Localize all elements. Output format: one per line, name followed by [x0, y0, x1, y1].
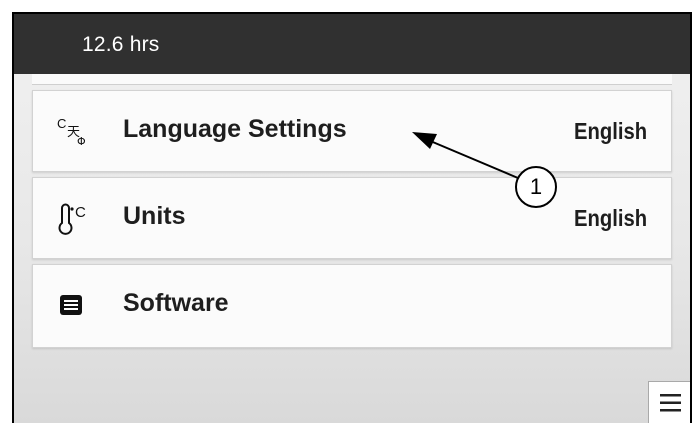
menu-button[interactable] — [648, 381, 690, 423]
settings-row-label: Units — [123, 202, 186, 230]
settings-row-units[interactable]: C Units English — [32, 177, 672, 259]
settings-row-value: English — [573, 205, 647, 231]
device-screen: 12.6 hrs C 天 Φ Language Settings English… — [12, 12, 692, 423]
software-icon — [60, 295, 82, 315]
settings-row-label: Language Settings — [123, 115, 347, 143]
settings-row-language[interactable]: C 天 Φ Language Settings English — [32, 90, 672, 172]
callout-number: 1 — [515, 166, 557, 208]
scrolled-row-edge — [32, 74, 672, 85]
settings-row-value: English — [573, 118, 647, 144]
hamburger-menu-icon — [660, 394, 681, 412]
thermometer-units-icon: C — [58, 203, 86, 235]
settings-row-software[interactable]: Software — [32, 264, 672, 348]
hours-readout: 12.6 hrs — [82, 33, 160, 56]
language-icon: C 天 Φ — [57, 116, 86, 148]
svg-text:C: C — [57, 116, 66, 131]
status-bar: 12.6 hrs — [14, 14, 690, 74]
svg-text:C: C — [75, 204, 86, 221]
svg-text:Φ: Φ — [77, 135, 86, 148]
settings-row-label: Software — [123, 289, 229, 317]
